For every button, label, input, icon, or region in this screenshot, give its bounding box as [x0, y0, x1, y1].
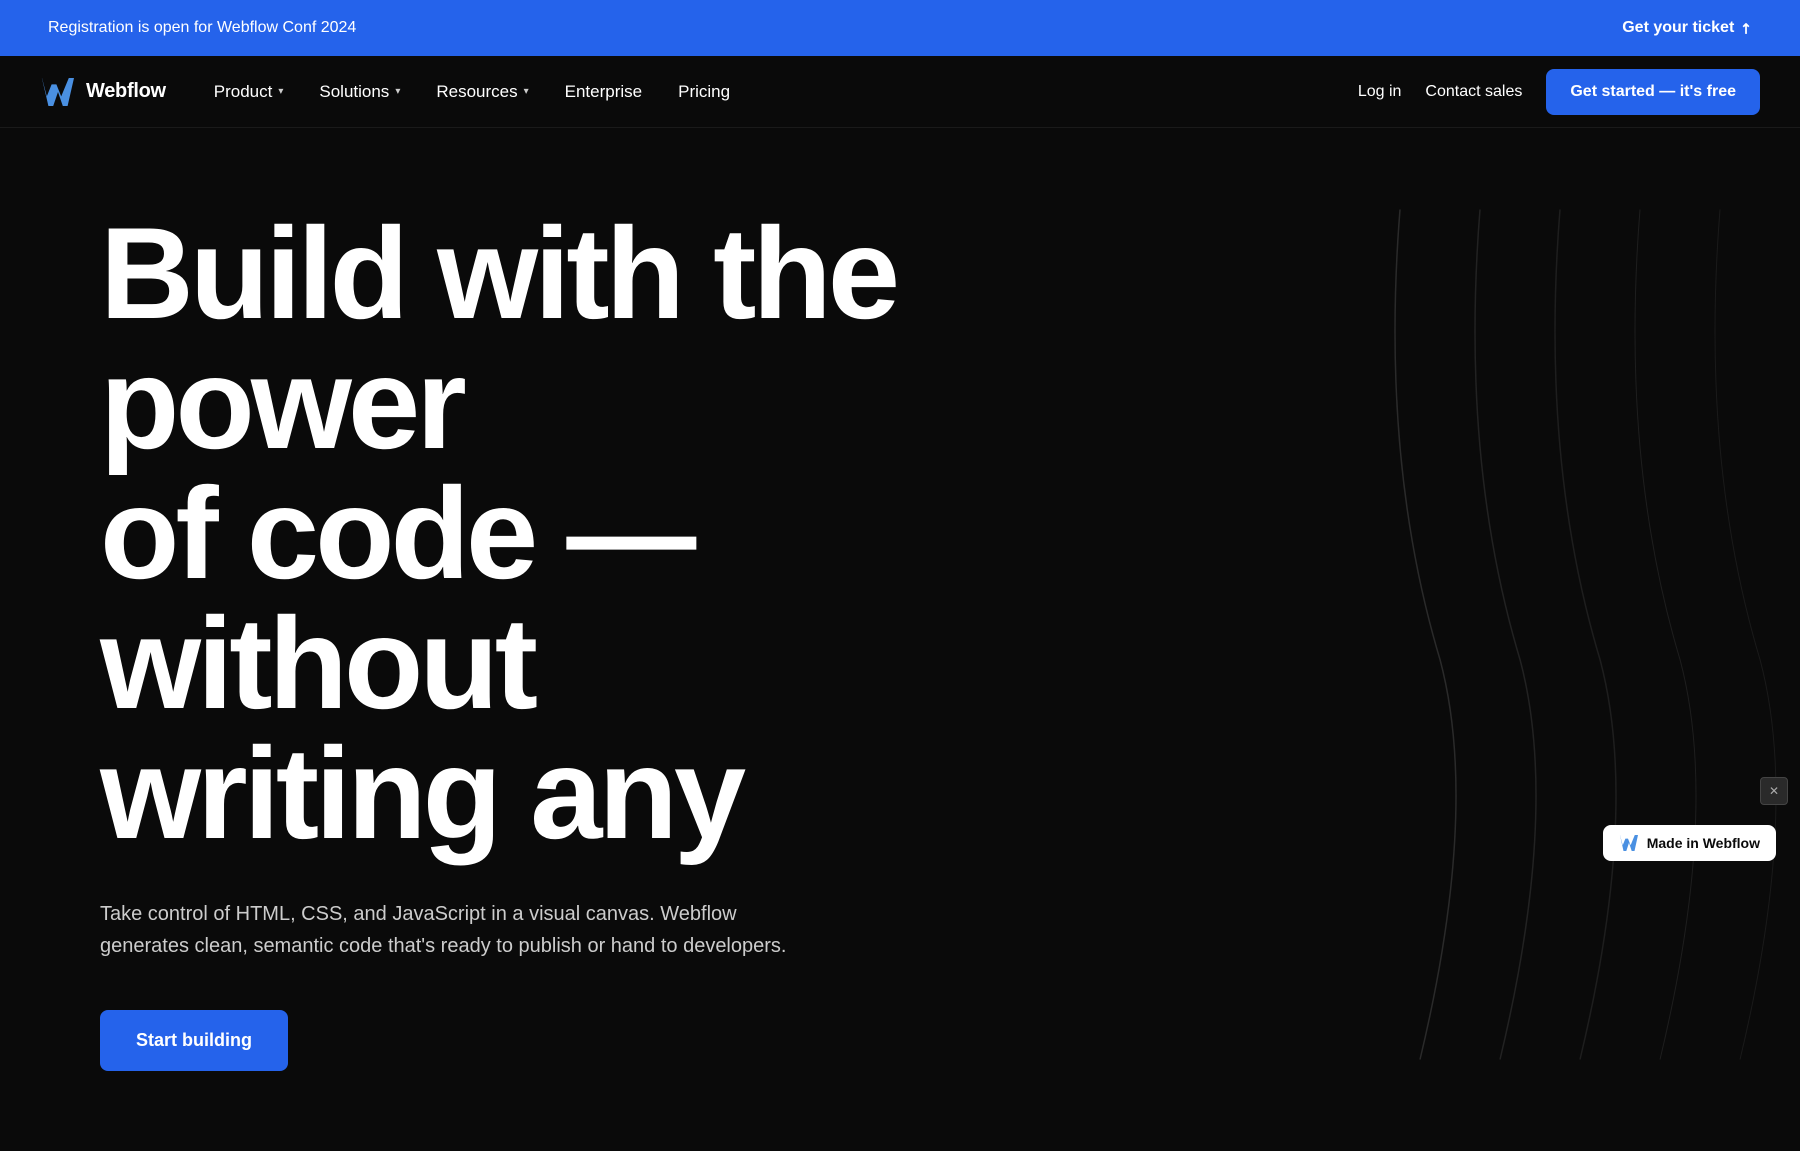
chevron-down-icon-resources: ▾ [524, 86, 529, 97]
hero-content: Build with the power of code — without w… [100, 208, 1100, 1071]
logo[interactable]: Webflow [40, 78, 166, 106]
nav-items: Product ▾ Solutions ▾ Resources ▾ Enterp… [198, 74, 746, 110]
nav-item-product[interactable]: Product ▾ [198, 74, 300, 110]
hero-headline-line2: of code — without [100, 460, 692, 736]
close-icon: ✕ [1769, 784, 1779, 798]
navbar: Webflow Product ▾ Solutions ▾ Resources … [0, 56, 1800, 128]
webflow-mini-logo-icon [1619, 835, 1639, 851]
contact-sales-link[interactable]: Contact sales [1425, 83, 1522, 101]
made-in-webflow-label: Made in Webflow [1647, 835, 1760, 851]
made-in-webflow-badge[interactable]: Made in Webflow [1603, 825, 1776, 861]
hero-section: Build with the power of code — without w… [0, 128, 1800, 1151]
nav-item-pricing[interactable]: Pricing [662, 74, 746, 110]
corner-close-button[interactable]: ✕ [1760, 777, 1788, 805]
webflow-logo-icon [40, 78, 76, 106]
start-building-button[interactable]: Start building [100, 1010, 288, 1071]
nav-item-pricing-label: Pricing [678, 82, 730, 102]
nav-item-solutions[interactable]: Solutions ▾ [303, 74, 416, 110]
nav-item-solutions-label: Solutions [319, 82, 389, 102]
hero-headline: Build with the power of code — without w… [100, 208, 1100, 858]
nav-left: Webflow Product ▾ Solutions ▾ Resources … [40, 74, 746, 110]
hero-subtext: Take control of HTML, CSS, and JavaScrip… [100, 898, 820, 962]
hero-headline-line3: writing any [100, 720, 742, 866]
nav-item-enterprise-label: Enterprise [565, 82, 642, 102]
announcement-link-label: Get your ticket [1622, 19, 1734, 37]
chevron-down-icon-product: ▾ [278, 86, 283, 97]
nav-item-resources-label: Resources [436, 82, 517, 102]
nav-item-enterprise[interactable]: Enterprise [549, 74, 658, 110]
nav-item-resources[interactable]: Resources ▾ [420, 74, 544, 110]
get-started-button[interactable]: Get started — it's free [1546, 69, 1760, 115]
hero-headline-line1: Build with the power [100, 200, 896, 476]
login-link[interactable]: Log in [1358, 83, 1402, 101]
announcement-text: Registration is open for Webflow Conf 20… [48, 19, 356, 37]
announcement-banner: Registration is open for Webflow Conf 20… [0, 0, 1800, 56]
nav-item-product-label: Product [214, 82, 273, 102]
nav-right: Log in Contact sales Get started — it's … [1358, 69, 1760, 115]
announcement-link[interactable]: Get your ticket ↗ [1622, 19, 1752, 37]
external-link-icon: ↗ [1736, 18, 1756, 38]
chevron-down-icon-solutions: ▾ [395, 86, 400, 97]
logo-text: Webflow [86, 80, 166, 103]
